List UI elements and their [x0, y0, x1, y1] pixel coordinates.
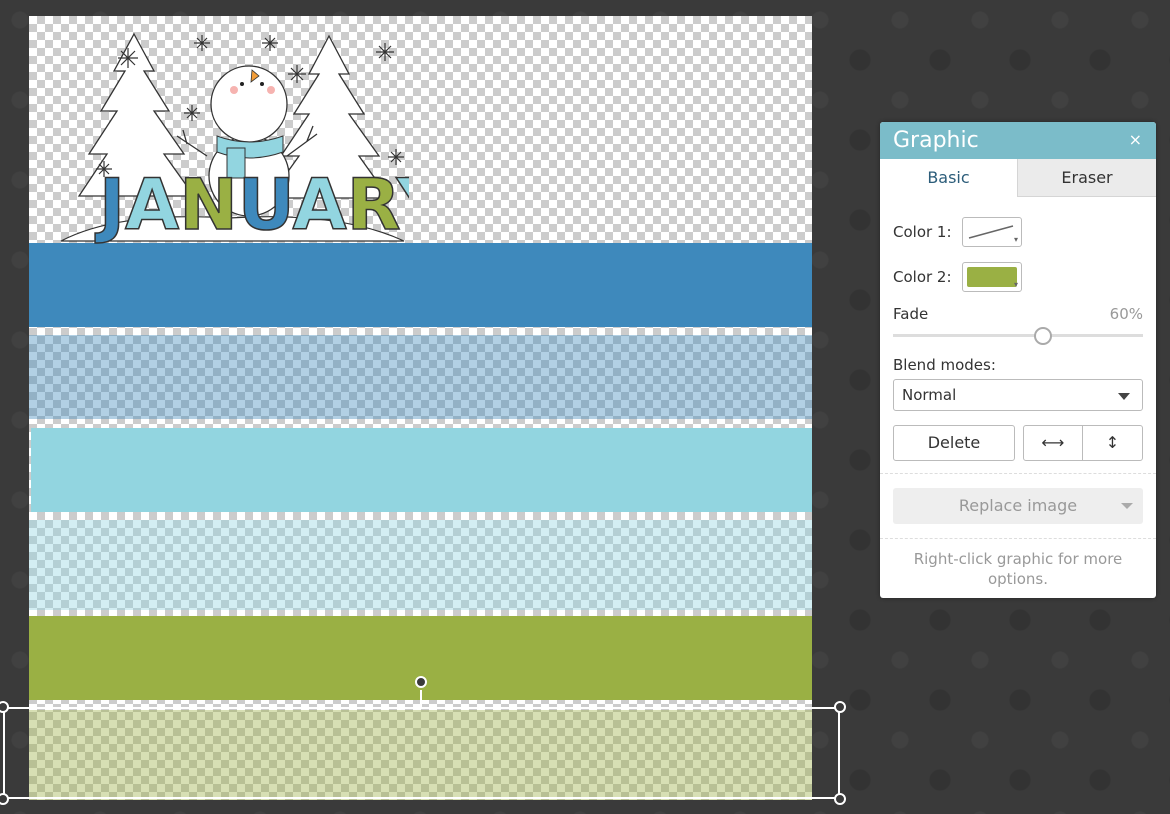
- fade-label: Fade: [893, 305, 929, 323]
- chevron-down-icon: [1118, 393, 1130, 400]
- flip-vertical-icon: ↕: [1105, 433, 1120, 452]
- divider: [880, 538, 1156, 539]
- graphic-panel: Graphic × Basic Eraser Color 1: ▾ Color …: [880, 122, 1156, 598]
- panel-header: Graphic ×: [880, 122, 1156, 159]
- rotate-handle[interactable]: [415, 676, 427, 688]
- january-lettering: JANUARY: [95, 164, 409, 246]
- band-light-blue[interactable]: [31, 428, 812, 512]
- replace-image-button[interactable]: Replace image: [893, 488, 1143, 524]
- january-letter: J: [95, 164, 125, 246]
- january-letter: R: [347, 164, 400, 246]
- panel-title: Graphic: [893, 128, 979, 153]
- color2-swatch: [967, 267, 1017, 287]
- blend-mode-value: Normal: [902, 386, 957, 404]
- flip-vertical-button[interactable]: ↕: [1082, 425, 1143, 461]
- january-letter: U: [238, 164, 293, 246]
- tab-basic[interactable]: Basic: [880, 159, 1018, 197]
- divider: [880, 473, 1156, 474]
- replace-image-label: Replace image: [958, 496, 1078, 515]
- january-clipart[interactable]: JANUARY: [59, 26, 409, 248]
- band-light-blue-faded[interactable]: [29, 520, 812, 610]
- january-letter: Y: [396, 164, 409, 246]
- delete-button[interactable]: Delete: [893, 425, 1015, 461]
- fade-value: 60%: [1109, 305, 1143, 323]
- fade-slider-knob[interactable]: [1034, 327, 1052, 345]
- selection-box[interactable]: [3, 707, 840, 799]
- close-icon[interactable]: ×: [1129, 130, 1142, 149]
- flip-horizontal-icon: ⟷: [1041, 433, 1065, 452]
- fade-slider-track[interactable]: [893, 334, 1143, 337]
- snowman-head: [210, 65, 288, 143]
- chevron-down-icon: ▾: [1013, 280, 1018, 289]
- chevron-down-icon: [1121, 503, 1133, 509]
- january-letter: N: [179, 164, 238, 246]
- band-blue[interactable]: [29, 243, 812, 327]
- resize-handle-top-right[interactable]: [834, 701, 846, 713]
- panel-tabs: Basic Eraser: [880, 159, 1156, 197]
- rotation-stem: [420, 690, 422, 707]
- chevron-down-icon: ▾: [1013, 235, 1018, 244]
- color2-picker[interactable]: ▾: [962, 262, 1022, 292]
- band-blue-faded[interactable]: [29, 335, 812, 419]
- hint-text: Right-click graphic for more options.: [913, 550, 1123, 588]
- tab-eraser[interactable]: Eraser: [1018, 159, 1156, 197]
- color1-picker[interactable]: ▾: [962, 217, 1022, 247]
- blend-mode-select[interactable]: Normal: [893, 379, 1143, 411]
- january-letter: A: [293, 164, 347, 246]
- color2-label: Color 2:: [893, 268, 952, 286]
- resize-handle-bottom-right[interactable]: [834, 793, 846, 805]
- flip-horizontal-button[interactable]: ⟷: [1023, 425, 1083, 461]
- color1-label: Color 1:: [893, 223, 952, 241]
- no-color-icon: [968, 225, 1014, 239]
- january-letter: A: [125, 164, 179, 246]
- blend-label: Blend modes:: [893, 356, 996, 374]
